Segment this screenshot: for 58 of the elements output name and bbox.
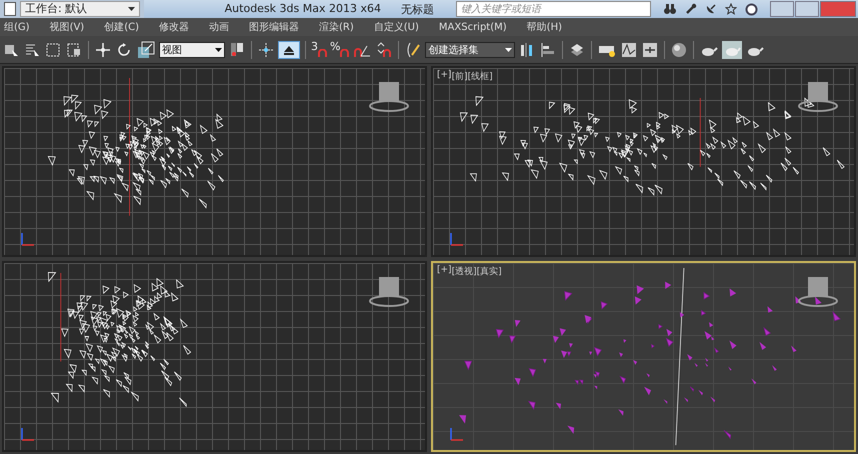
schematic-view-icon[interactable] <box>642 42 658 58</box>
workspace-dropdown[interactable]: 工作台: 默认 <box>20 1 140 17</box>
select-and-manipulate-icon[interactable] <box>258 42 274 58</box>
caret-icon <box>215 48 222 52</box>
magnet-icon <box>318 49 327 58</box>
wrench-icon[interactable] <box>685 3 697 15</box>
menu-item[interactable]: 视图(V) <box>50 20 84 34</box>
menu-item[interactable]: 动画 <box>209 20 230 34</box>
menu-item[interactable]: 帮助(H) <box>526 20 562 34</box>
viewport[interactable]: [+][前][线框] <box>431 66 856 257</box>
minimize-button[interactable] <box>770 1 794 17</box>
binoculars-icon[interactable] <box>663 3 677 15</box>
pivot-center-icon[interactable] <box>229 40 245 58</box>
menu-item[interactable]: 渲染(R) <box>319 20 354 34</box>
menu-item[interactable]: MAXScript(M) <box>438 22 507 32</box>
star-icon[interactable] <box>725 3 737 15</box>
magnet-icon <box>340 49 350 58</box>
maximize-button[interactable] <box>795 1 819 17</box>
layers-icon[interactable] <box>569 42 586 58</box>
reference-coordinate-dropdown[interactable]: 视图 <box>159 42 225 58</box>
viewport[interactable]: [+][透视][真实] <box>431 261 856 452</box>
window-title: Autodesk 3ds Max 2013 x64 <box>224 2 381 16</box>
select-by-name-icon[interactable] <box>24 42 40 58</box>
window-crossing-icon[interactable] <box>66 42 82 58</box>
viewport-label[interactable]: [线框] <box>468 70 493 83</box>
align-icon[interactable] <box>540 42 556 58</box>
viewport-label[interactable]: [透视] <box>452 265 477 278</box>
caret-icon <box>128 7 135 11</box>
menu-item[interactable]: 图形编辑器 <box>249 20 300 34</box>
move-icon[interactable] <box>95 42 111 58</box>
rotate-icon[interactable] <box>116 42 132 58</box>
satellite-icon[interactable] <box>705 3 717 15</box>
viewport-label[interactable]: [+] <box>437 265 452 278</box>
rectangle-selection-icon[interactable] <box>45 42 61 58</box>
material-editor-icon[interactable] <box>671 42 688 58</box>
menu-item[interactable]: 创建(C) <box>104 20 140 34</box>
arrow-up-icon <box>282 44 296 56</box>
viewport-label[interactable]: [真实] <box>476 265 502 278</box>
snap-toggle[interactable]: 3 <box>311 41 327 58</box>
viewport-label[interactable]: [前] <box>452 70 468 83</box>
curve-editor-icon[interactable] <box>621 42 638 58</box>
viewport[interactable] <box>2 261 427 452</box>
named-selection-dropdown[interactable]: 创建选择集 <box>425 42 516 58</box>
app-menu-icon[interactable] <box>4 2 16 16</box>
help-icon[interactable] <box>745 2 758 16</box>
menu-item[interactable]: 组(G) <box>4 20 30 34</box>
viewport-label[interactable]: [+] <box>437 70 452 83</box>
menu-item[interactable]: 自定义(U) <box>374 20 419 34</box>
caret-icon <box>505 48 512 52</box>
edit-named-selection-icon[interactable] <box>405 42 422 58</box>
scale-icon[interactable] <box>137 40 155 58</box>
document-name: 无标题 <box>401 2 434 16</box>
snap-toggle[interactable]: % <box>330 41 350 58</box>
spinner-snap-icon[interactable] <box>376 42 392 58</box>
menu-item[interactable]: 修改器 <box>159 20 190 34</box>
keyboard-shortcut-toggle[interactable] <box>278 40 300 58</box>
search-field[interactable]: 键入关键字或短语 <box>456 1 651 17</box>
viewport[interactable] <box>2 66 427 257</box>
